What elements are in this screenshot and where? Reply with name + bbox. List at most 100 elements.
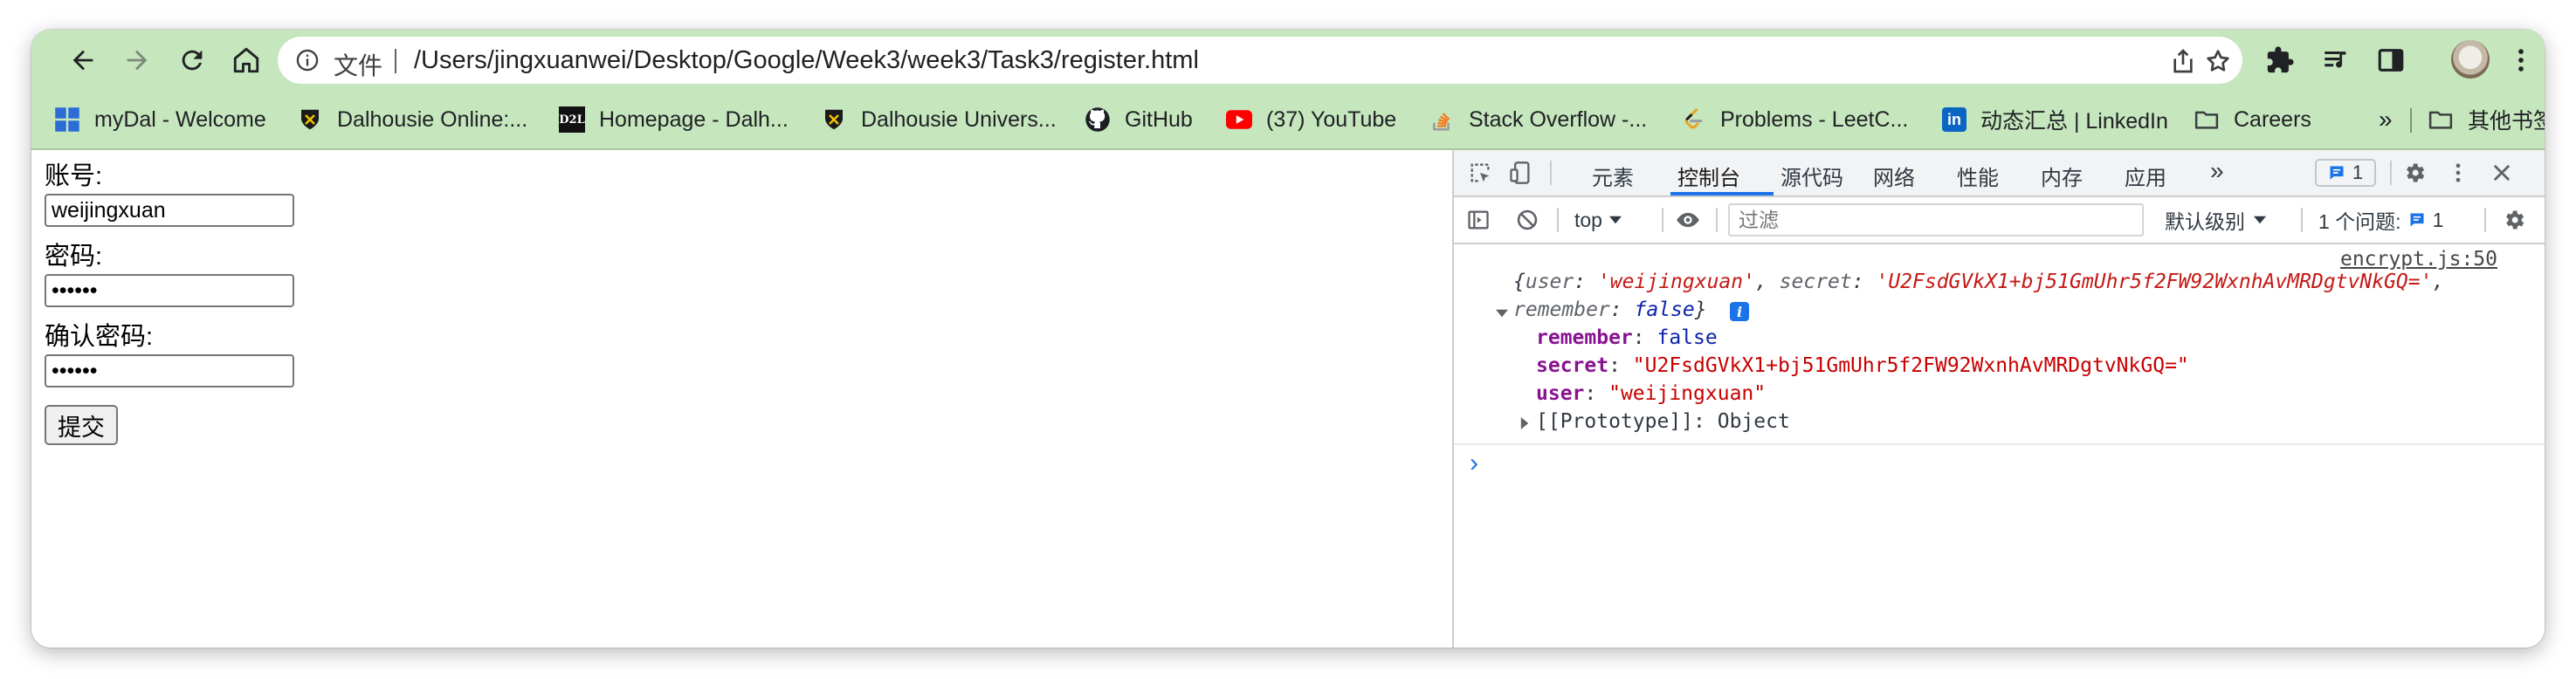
bookmark-label: (37) YouTube: [1266, 106, 1397, 132]
bookmark-leetcode[interactable]: Problems - LeetC...: [1680, 103, 1908, 136]
tab-performance[interactable]: 性能: [1957, 161, 1999, 191]
message-icon: [2330, 166, 2344, 180]
reload-icon: [182, 50, 203, 71]
bookmarks-bar: myDal - Welcome Dalhousie Online:... D2L…: [31, 91, 2545, 150]
home-button[interactable]: [228, 42, 265, 79]
bookmark-folder-careers[interactable]: Careers: [2194, 103, 2311, 136]
bookmark-homepage-dal[interactable]: D2L Homepage - Dalh...: [559, 103, 789, 136]
back-button[interactable]: [65, 42, 101, 79]
bookmark-label: Dalhousie Univers...: [861, 106, 1057, 132]
eye-icon[interactable]: [1676, 208, 1700, 232]
reload-button[interactable]: [174, 42, 210, 79]
arrow-right-icon: [127, 50, 148, 71]
linkedin-icon: in: [1942, 107, 1966, 132]
forward-button[interactable]: [119, 42, 155, 79]
tab-memory[interactable]: 内存: [2041, 161, 2083, 191]
context-selector[interactable]: top: [1574, 206, 1622, 234]
info-badge-icon[interactable]: i: [1730, 302, 1749, 321]
prototype-row[interactable]: [[Prototype]]: Object: [1536, 410, 1790, 433]
windows-grid-icon: [54, 106, 80, 133]
media-queue-icon[interactable]: [2321, 45, 2351, 75]
devtools-tab-bar: 元素 控制台 源代码 网络 性能 内存 应用 » 1: [1454, 150, 2545, 197]
bookmark-label: 其他书签: [2468, 109, 2545, 134]
bookmark-label: 动态汇总 | LinkedIn: [1980, 109, 2168, 134]
collapsed-triangle-icon[interactable]: [1519, 417, 1531, 429]
account-label: 账号:: [45, 162, 103, 190]
bookmark-linkedin[interactable]: in 动态汇总 | LinkedIn: [1942, 103, 2168, 136]
kebab-menu-icon[interactable]: [2446, 161, 2470, 185]
prop-row-remember: remember: false: [1536, 326, 1718, 349]
bookmark-label: Problems - LeetC...: [1720, 106, 1909, 132]
github-icon: [1085, 106, 1111, 133]
bookmark-mydal[interactable]: myDal - Welcome: [54, 103, 266, 136]
toolbar-divider: [2484, 208, 2486, 232]
log-summary-line-2[interactable]: remember: false}: [1513, 298, 1707, 321]
issues-button[interactable]: 1 个问题: 1: [2318, 206, 2443, 234]
youtube-icon: [1226, 106, 1252, 133]
profile-avatar[interactable]: [2451, 40, 2490, 79]
page-content: 账号: 密码: 确认密码: 提交: [31, 150, 1450, 648]
extensions-icon[interactable]: [2265, 45, 2295, 75]
bookmark-github[interactable]: GitHub: [1085, 103, 1193, 136]
side-panel-icon[interactable]: [2376, 45, 2406, 75]
bookmarks-overflow-button[interactable]: »: [2379, 103, 2393, 136]
issues-counter-button[interactable]: 1: [2315, 159, 2376, 187]
settings-gear-icon[interactable]: [2402, 161, 2427, 185]
prop-row-secret: secret: "U2FsdGVkX1+bj51GmUhr5f2FW92Wxnh…: [1536, 354, 2189, 377]
account-input[interactable]: [45, 194, 294, 227]
toolbar-divider: [1716, 208, 1718, 232]
tab-console[interactable]: 控制台: [1677, 161, 1740, 191]
arrow-left-icon: [72, 50, 93, 71]
log-summary-line-1[interactable]: {user: 'weijingxuan', secret: 'U2FsdGVkX…: [1513, 271, 2444, 293]
issues-count: 1: [2432, 208, 2444, 231]
tab-network[interactable]: 网络: [1873, 161, 1915, 191]
console-prompt-icon[interactable]: ›: [1470, 449, 1478, 478]
password-input[interactable]: [45, 274, 294, 307]
bookmark-label: GitHub: [1125, 106, 1193, 132]
sidebar-toggle-icon[interactable]: [1466, 208, 1491, 232]
device-toolbar-icon[interactable]: [1508, 161, 1533, 185]
confirm-password-input[interactable]: [45, 354, 294, 388]
devtools-panel: 元素 控制台 源代码 网络 性能 内存 应用 » 1 top 过滤 默认级别 1…: [1452, 150, 2545, 648]
caret-down-icon: [1608, 216, 1622, 224]
bookmark-dalhousie-online[interactable]: Dalhousie Online:...: [297, 103, 527, 136]
submit-button[interactable]: 提交: [45, 405, 118, 445]
stackoverflow-icon: [1429, 106, 1455, 133]
console-filter-input[interactable]: [1728, 203, 2144, 237]
dal-crest-icon: [297, 106, 323, 133]
bookmark-youtube[interactable]: (37) YouTube: [1226, 103, 1396, 136]
more-tabs-button[interactable]: »: [2210, 157, 2224, 185]
omnibox-divider: [395, 49, 396, 73]
expand-triangle-icon[interactable]: [1496, 307, 1508, 319]
browser-toolbar: 文件 /Users/jingxuanwei/Desktop/Google/Wee…: [31, 30, 2545, 91]
share-icon[interactable]: [2169, 47, 2197, 75]
leetcode-icon: [1680, 106, 1706, 133]
tab-sources[interactable]: 源代码: [1780, 161, 1843, 191]
issues-count: 1: [2352, 161, 2364, 183]
inspect-element-icon[interactable]: [1468, 161, 1492, 185]
home-icon: [233, 47, 259, 73]
clear-console-icon[interactable]: [1515, 208, 1539, 232]
kebab-menu-icon[interactable]: [2506, 45, 2536, 75]
log-level-dropdown[interactable]: 默认级别: [2165, 206, 2266, 234]
bookmark-label: Homepage - Dalh...: [599, 106, 789, 132]
address-bar[interactable]: 文件 /Users/jingxuanwei/Desktop/Google/Wee…: [278, 37, 2242, 84]
tab-application[interactable]: 应用: [2125, 161, 2166, 191]
star-icon[interactable]: [2204, 47, 2232, 75]
message-icon: [2410, 213, 2424, 227]
url-text[interactable]: /Users/jingxuanwei/Desktop/Google/Week3/…: [414, 46, 1199, 75]
toolbar-divider: [1662, 208, 1663, 232]
log-level-value: 默认级别: [2165, 210, 2245, 233]
source-link[interactable]: encrypt.js:50: [2340, 248, 2497, 271]
toolbar-divider: [1557, 208, 1559, 232]
close-icon[interactable]: [2490, 161, 2514, 185]
tab-elements[interactable]: 元素: [1592, 161, 1634, 191]
info-icon[interactable]: [295, 48, 320, 72]
other-bookmarks-folder[interactable]: 其他书签: [2428, 103, 2545, 136]
console-settings-gear-icon[interactable]: [2502, 208, 2526, 232]
bookmark-dalhousie-university[interactable]: Dalhousie Univers...: [821, 103, 1057, 136]
bookmark-stackoverflow[interactable]: Stack Overflow -...: [1429, 103, 1647, 136]
browser-window: 文件 /Users/jingxuanwei/Desktop/Google/Wee…: [31, 30, 2545, 648]
tab-divider: [1550, 161, 1552, 185]
issues-label: 1 个问题:: [2318, 210, 2401, 233]
